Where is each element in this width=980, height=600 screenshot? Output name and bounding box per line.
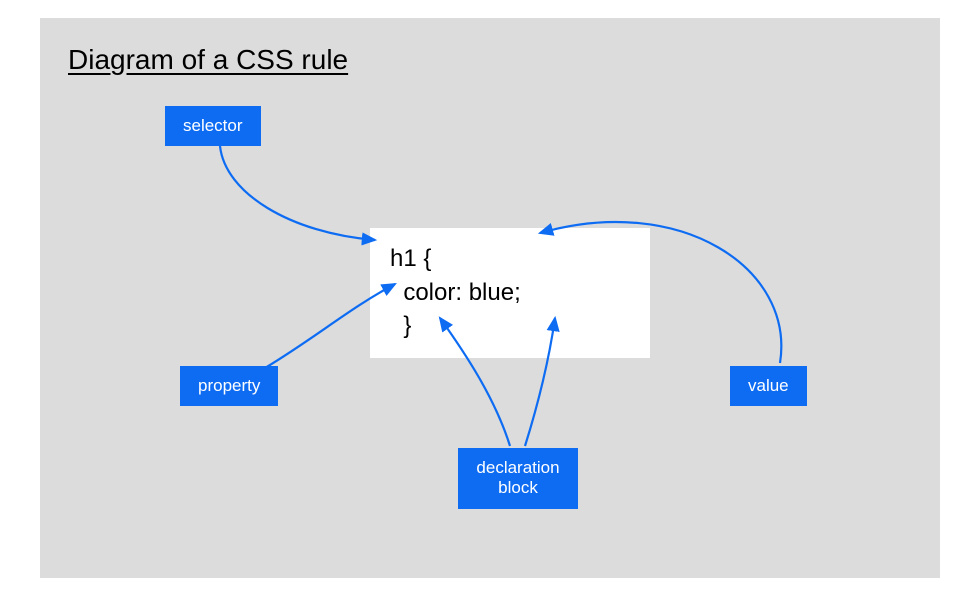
css-code-box: h1 { color: blue; } xyxy=(370,228,650,358)
code-line-3: } xyxy=(390,309,630,343)
diagram-title: Diagram of a CSS rule xyxy=(68,44,348,76)
label-value: value xyxy=(730,366,807,406)
label-declaration-block: declarationblock xyxy=(458,448,578,509)
label-property: property xyxy=(180,366,278,406)
label-selector: selector xyxy=(165,106,261,146)
code-line-1: h1 { xyxy=(390,242,630,276)
code-line-2: color: blue; xyxy=(390,276,630,310)
diagram-panel: Diagram of a CSS rule h1 { color: blue; … xyxy=(40,18,940,578)
